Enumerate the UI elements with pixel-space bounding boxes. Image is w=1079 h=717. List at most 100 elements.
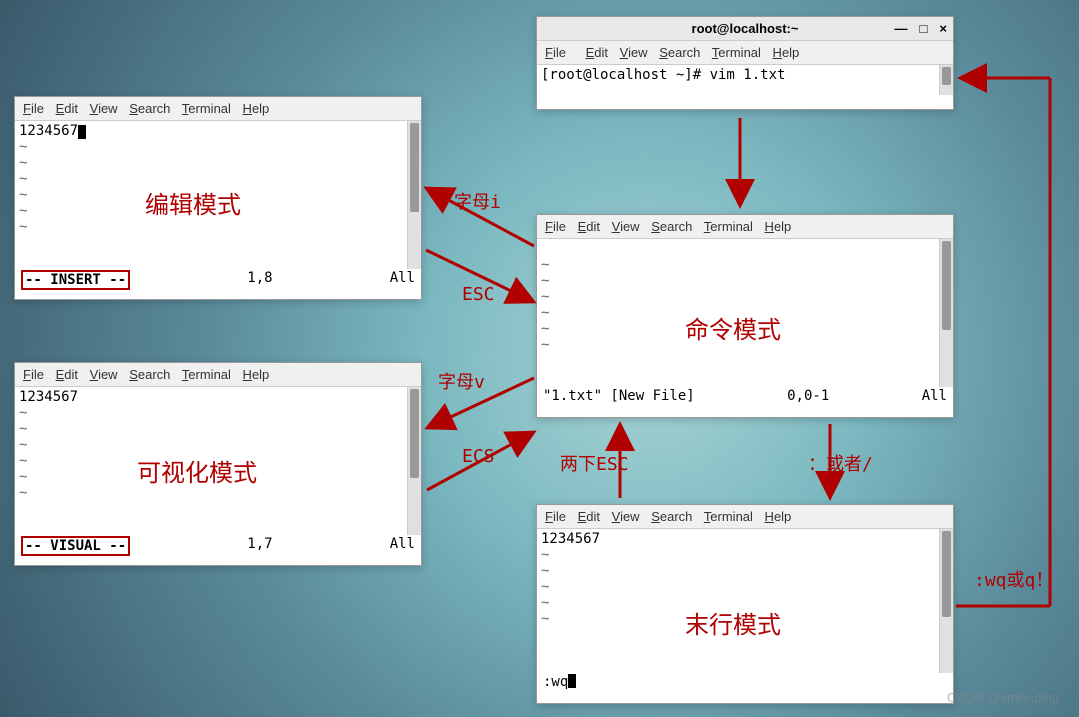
menubar[interactable]: File Edit View Search Terminal Help — [537, 505, 953, 529]
label-esc: ESC — [462, 284, 495, 305]
minimize-icon[interactable]: — — [895, 21, 908, 36]
menu-edit[interactable]: Edit — [56, 101, 78, 116]
menu-search[interactable]: Search — [659, 45, 700, 60]
tilde: ~ — [541, 563, 549, 579]
menu-edit[interactable]: Edit — [586, 45, 608, 60]
menubar[interactable]: File Edit View Search Terminal Help — [537, 215, 953, 239]
label-key-v: 字母v — [438, 368, 485, 394]
menu-view[interactable]: View — [90, 367, 118, 382]
menubar[interactable]: File Edit View Search Terminal Help — [537, 41, 953, 65]
mode-label: 末行模式 — [685, 605, 781, 640]
close-icon[interactable]: × — [939, 21, 947, 36]
tilde: ~ — [541, 579, 549, 595]
scrollbar[interactable] — [939, 65, 953, 95]
menu-terminal[interactable]: Terminal — [704, 219, 753, 234]
mode-indicator: -- INSERT -- — [21, 270, 130, 290]
cursor-icon — [568, 674, 576, 688]
menu-help[interactable]: Help — [773, 45, 800, 60]
menu-edit[interactable]: Edit — [578, 219, 600, 234]
scrollbar[interactable] — [407, 121, 421, 269]
scroll-pct: All — [390, 270, 415, 290]
tilde: ~ — [19, 453, 27, 469]
tilde: ~ — [541, 611, 549, 627]
tilde: ~ — [19, 469, 27, 485]
menu-search[interactable]: Search — [129, 367, 170, 382]
menu-terminal[interactable]: Terminal — [704, 509, 753, 524]
menu-view[interactable]: View — [612, 219, 640, 234]
tilde: ~ — [19, 405, 27, 421]
titlebar[interactable]: root@localhost:~ — □ × — [537, 17, 953, 41]
prompt-text: [root@localhost ~]# vim 1.txt — [541, 67, 785, 83]
menu-help[interactable]: Help — [243, 367, 270, 382]
editor-text: 1234567 — [19, 389, 78, 405]
mode-indicator: -- VISUAL -- — [21, 536, 130, 556]
status-file: "1.txt" [New File] — [543, 388, 695, 404]
terminal-window-root: root@localhost:~ — □ × File Edit View Se… — [536, 16, 954, 110]
menu-help[interactable]: Help — [765, 509, 792, 524]
label-ecs: ECS — [462, 446, 495, 467]
cursor-pos: 1,8 — [247, 270, 272, 290]
menu-edit[interactable]: Edit — [56, 367, 78, 382]
menu-search[interactable]: Search — [129, 101, 170, 116]
mode-label: 可视化模式 — [137, 453, 257, 488]
maximize-icon[interactable]: □ — [920, 21, 928, 36]
menu-file[interactable]: File — [545, 45, 574, 60]
menu-terminal[interactable]: Terminal — [182, 101, 231, 116]
scroll-pct: All — [390, 536, 415, 556]
tilde: ~ — [19, 139, 27, 155]
tilde: ~ — [541, 337, 549, 353]
label-key-i: 字母i — [454, 188, 501, 214]
editor-text: 1234567 — [541, 531, 600, 547]
menu-view[interactable]: View — [620, 45, 648, 60]
watermark: CSDN @smile.ding — [947, 690, 1059, 705]
tilde: ~ — [19, 219, 27, 235]
terminal-content[interactable]: [root@localhost ~]# vim 1.txt — [537, 65, 953, 95]
menu-search[interactable]: Search — [651, 219, 692, 234]
status-bar: -- INSERT -- 1,8 All — [15, 269, 421, 291]
terminal-window-lastline: File Edit View Search Terminal Help 1234… — [536, 504, 954, 704]
label-colon-slash: ：或者/ — [808, 450, 873, 476]
terminal-window-visual: File Edit View Search Terminal Help 1234… — [14, 362, 422, 566]
menu-help[interactable]: Help — [243, 101, 270, 116]
scrollbar[interactable] — [939, 239, 953, 387]
menu-file[interactable]: File — [23, 101, 44, 116]
scroll-pct: All — [922, 388, 947, 404]
label-esc-twice: 两下ESC — [560, 450, 629, 476]
menu-search[interactable]: Search — [651, 509, 692, 524]
tilde: ~ — [541, 547, 549, 563]
terminal-content[interactable]: 1234567 ~ ~ ~ ~ ~ — [537, 529, 953, 673]
status-bar: "1.txt" [New File] 0,0-1 All — [537, 387, 953, 405]
tilde: ~ — [541, 321, 549, 337]
tilde: ~ — [19, 171, 27, 187]
menu-view[interactable]: View — [612, 509, 640, 524]
menu-help[interactable]: Help — [765, 219, 792, 234]
menu-terminal[interactable]: Terminal — [712, 45, 761, 60]
mode-label: 命令模式 — [685, 310, 781, 345]
title-text: root@localhost:~ — [692, 21, 799, 36]
mode-label: 编辑模式 — [145, 185, 241, 220]
tilde: ~ — [541, 257, 549, 273]
menu-terminal[interactable]: Terminal — [182, 367, 231, 382]
cursor-pos: 0,0-1 — [787, 388, 829, 404]
menubar[interactable]: File Edit View Search Terminal Help — [15, 97, 421, 121]
scrollbar[interactable] — [939, 529, 953, 673]
label-wq: :wq或q！ — [974, 566, 1053, 592]
tilde: ~ — [19, 187, 27, 203]
menubar[interactable]: File Edit View Search Terminal Help — [15, 363, 421, 387]
menu-edit[interactable]: Edit — [578, 509, 600, 524]
tilde: ~ — [541, 595, 549, 611]
tilde: ~ — [19, 437, 27, 453]
menu-file[interactable]: File — [545, 219, 566, 234]
menu-view[interactable]: View — [90, 101, 118, 116]
terminal-window-command: File Edit View Search Terminal Help ~ ~ … — [536, 214, 954, 418]
tilde: ~ — [19, 203, 27, 219]
tilde: ~ — [19, 485, 27, 501]
tilde: ~ — [541, 305, 549, 321]
tilde: ~ — [19, 421, 27, 437]
cursor-pos: 1,7 — [247, 536, 272, 556]
tilde: ~ — [541, 289, 549, 305]
scrollbar[interactable] — [407, 387, 421, 535]
menu-file[interactable]: File — [23, 367, 44, 382]
status-bar: -- VISUAL -- 1,7 All — [15, 535, 421, 557]
menu-file[interactable]: File — [545, 509, 566, 524]
